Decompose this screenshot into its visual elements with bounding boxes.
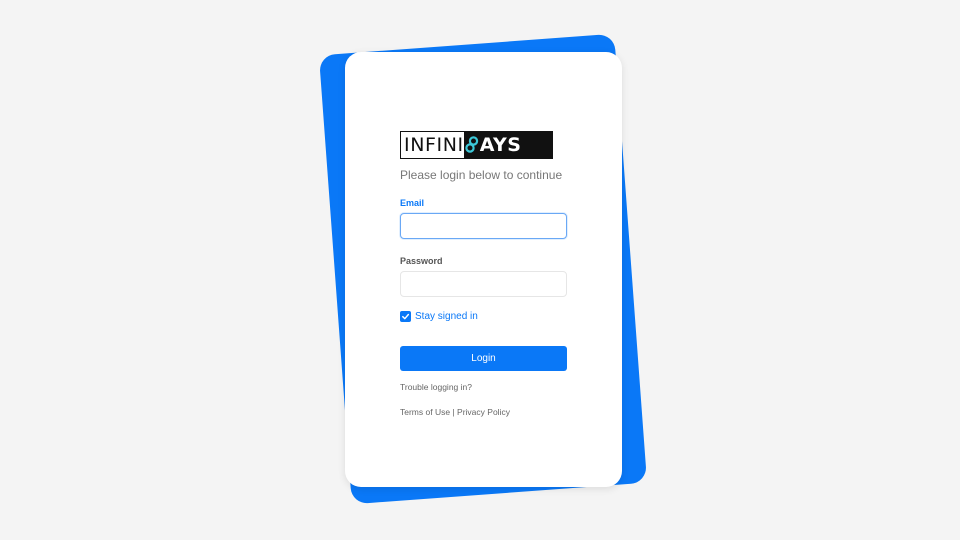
privacy-policy-link[interactable]: Privacy Policy	[457, 407, 510, 417]
logo-right-block: AYS	[463, 132, 552, 158]
legal-separator: |	[452, 407, 455, 417]
login-subtitle: Please login below to continue	[400, 168, 563, 182]
stay-signed-in-toggle[interactable]: Stay signed in	[400, 309, 567, 323]
email-field[interactable]	[400, 213, 567, 239]
login-card: INFINI AYS Please login below to continu…	[345, 52, 622, 487]
email-label: Email	[400, 198, 425, 208]
trouble-logging-in-link[interactable]: Trouble logging in?	[400, 382, 567, 392]
legal-links: Terms of Use | Privacy Policy	[400, 407, 567, 417]
password-label: Password	[400, 256, 443, 266]
terms-of-use-link[interactable]: Terms of Use	[400, 407, 450, 417]
login-page: INFINI AYS Please login below to continu…	[0, 0, 960, 540]
stay-signed-in-checkbox[interactable]	[400, 310, 411, 322]
logo-right-text: AYS	[479, 133, 522, 156]
stay-signed-in-label[interactable]: Stay signed in	[415, 311, 478, 322]
infinity-p-icon	[465, 134, 479, 156]
login-button[interactable]: Login	[400, 346, 567, 371]
infinipays-logo: INFINI AYS	[400, 131, 553, 159]
password-field[interactable]	[400, 271, 567, 297]
checkmark-icon	[402, 313, 410, 319]
login-form: INFINI AYS Please login below to continu…	[400, 131, 567, 417]
logo-left-text: INFINI	[401, 132, 464, 158]
